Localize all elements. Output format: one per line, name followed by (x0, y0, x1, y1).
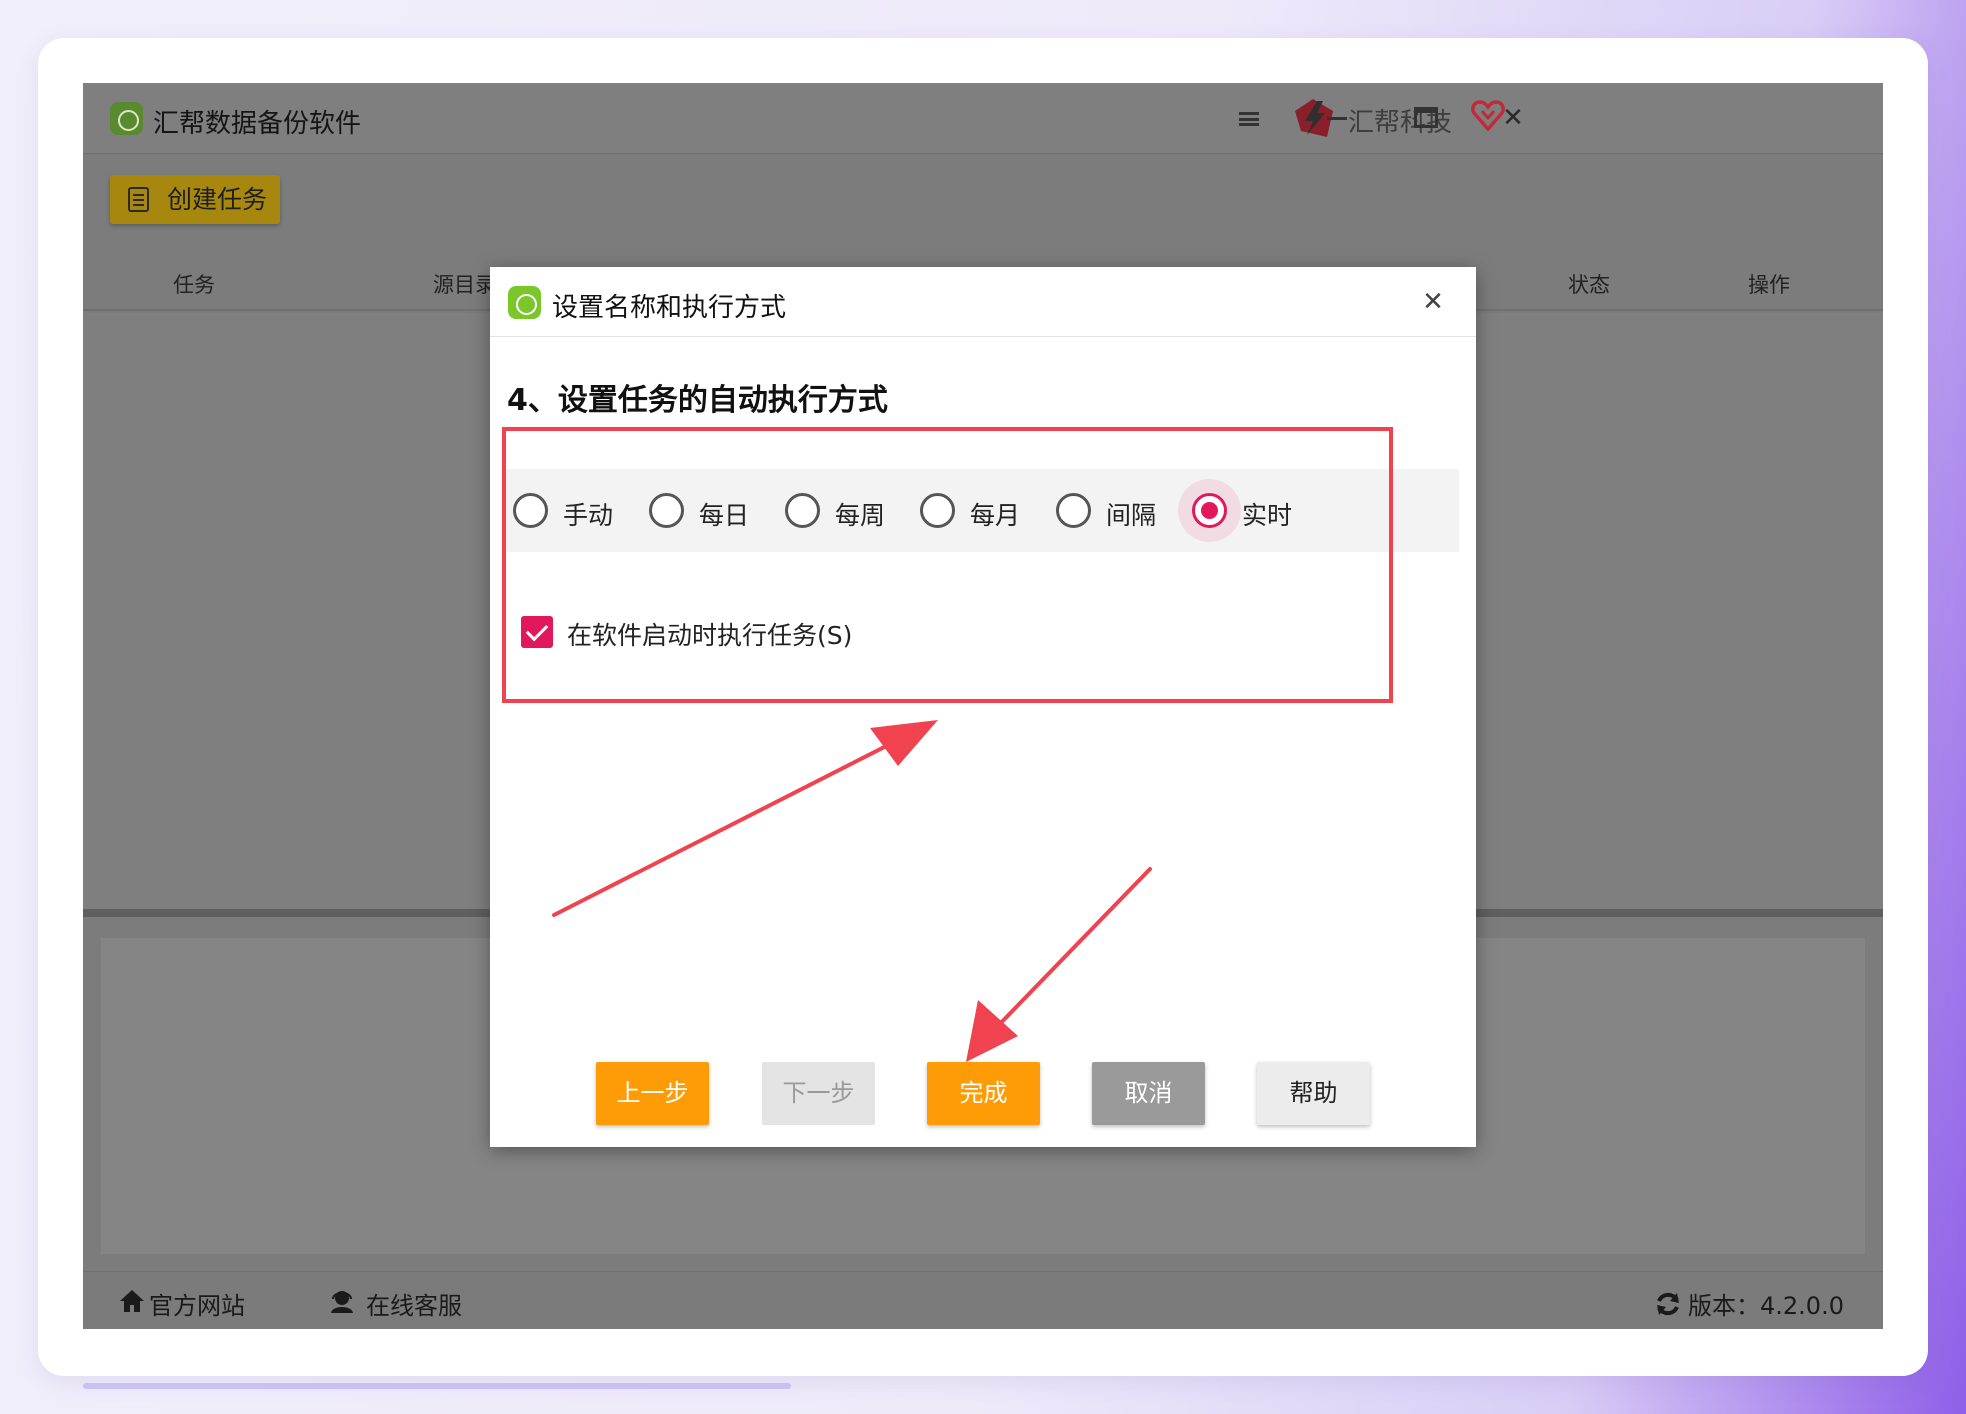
support-agent-icon (331, 1291, 353, 1313)
column-task: 任务 (173, 273, 215, 297)
schedule-dialog: 设置名称和执行方式 ✕ 4、设置任务的自动执行方式 手动 每日 每周 每月 间隔… (490, 267, 1476, 1147)
previous-step-button[interactable]: 上一步 (596, 1062, 709, 1125)
create-task-label: 创建任务 (167, 185, 268, 214)
minimize-icon (1327, 117, 1347, 120)
title-bar: 汇帮数据备份软件 汇帮科技 ✕ (83, 83, 1883, 154)
column-source: 源目录 (433, 273, 496, 297)
cancel-button[interactable]: 取消 (1092, 1062, 1205, 1125)
maximize-button[interactable] (1401, 95, 1449, 141)
document-icon (128, 187, 149, 212)
dialog-close-icon[interactable]: ✕ (1418, 287, 1448, 317)
official-website-link[interactable]: 官方网站 (149, 1286, 245, 1321)
annotation-highlight-box (502, 427, 1393, 703)
hamburger-icon (1239, 112, 1259, 126)
column-action: 操作 (1748, 273, 1790, 297)
horizontal-scrollbar[interactable] (83, 1383, 791, 1389)
column-status: 状态 (1568, 273, 1610, 297)
create-task-button[interactable]: 创建任务 (110, 175, 280, 224)
home-icon (120, 1290, 144, 1312)
close-icon: ✕ (1502, 103, 1524, 133)
online-support-link[interactable]: 在线客服 (366, 1286, 462, 1321)
finish-button[interactable]: 完成 (927, 1062, 1040, 1125)
app-title: 汇帮数据备份软件 (153, 109, 362, 139)
step-title: 4、设置任务的自动执行方式 (507, 383, 888, 418)
maximize-icon (1414, 107, 1438, 128)
status-footer: 官方网站 在线客服 版本：4.2.0.0 (83, 1271, 1883, 1329)
app-logo-icon (508, 286, 541, 319)
dialog-title-bar: 设置名称和执行方式 ✕ (490, 267, 1476, 337)
menu-button[interactable] (1225, 95, 1273, 141)
minimize-button[interactable] (1313, 95, 1361, 141)
next-step-button[interactable]: 下一步 (762, 1062, 875, 1125)
dialog-title: 设置名称和执行方式 (552, 293, 787, 323)
refresh-icon[interactable] (1655, 1291, 1681, 1317)
version-label: 版本：4.2.0.0 (1688, 1292, 1844, 1320)
close-button[interactable]: ✕ (1489, 95, 1537, 141)
app-logo-icon (110, 102, 143, 135)
help-button[interactable]: 帮助 (1257, 1062, 1370, 1125)
